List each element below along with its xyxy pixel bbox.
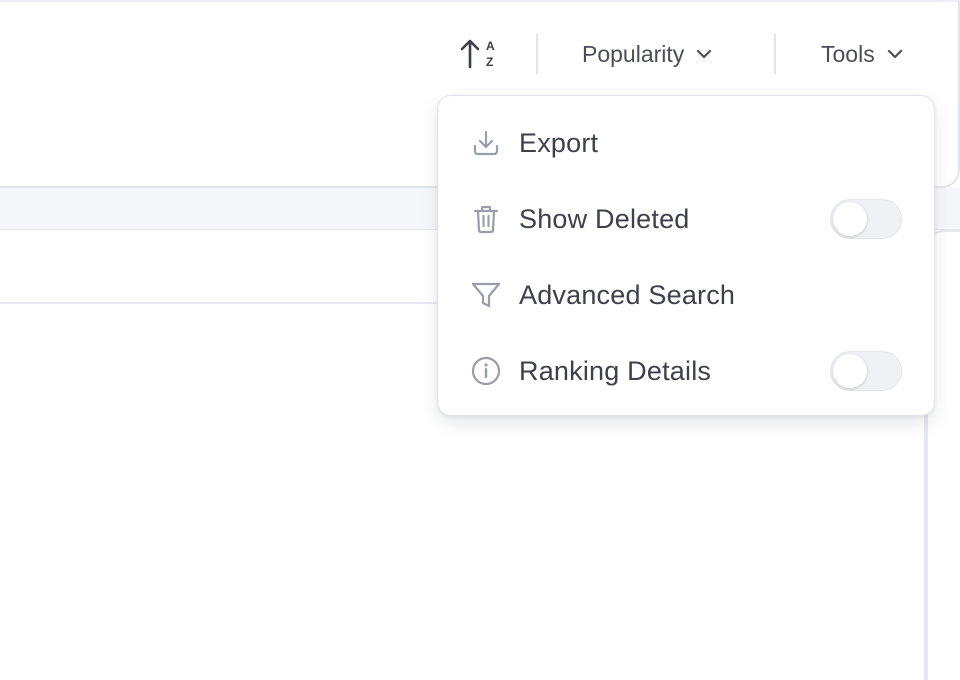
menu-item-ranking-details[interactable]: Ranking Details xyxy=(438,333,934,409)
ranking-details-toggle[interactable] xyxy=(830,351,902,391)
menu-item-export[interactable]: Export xyxy=(438,105,934,181)
popularity-label: Popularity xyxy=(582,40,685,67)
show-deleted-toggle[interactable] xyxy=(830,199,902,239)
sort-alpha-button[interactable]: A Z xyxy=(458,36,502,72)
toolbar-divider xyxy=(536,34,538,74)
popularity-sort-dropdown[interactable]: Popularity xyxy=(582,34,714,74)
sort-letter-bottom: Z xyxy=(486,55,493,69)
trash-icon xyxy=(468,201,504,237)
toggle-knob xyxy=(833,354,867,388)
menu-item-label: Advanced Search xyxy=(519,279,736,310)
toggle-knob xyxy=(833,202,867,236)
sort-letter-top: A xyxy=(486,39,495,53)
toolbar-divider xyxy=(774,34,776,74)
chevron-down-icon xyxy=(887,49,902,59)
app-stage: A Z Popularity Tools Export Show Deleted… xyxy=(0,0,960,680)
chevron-down-icon xyxy=(697,49,712,59)
filter-icon xyxy=(468,277,504,313)
tools-label: Tools xyxy=(821,40,875,67)
download-icon xyxy=(468,125,504,161)
tools-dropdown-button[interactable]: Tools xyxy=(821,34,905,74)
sort-alpha-ascending-icon: A Z xyxy=(460,39,495,69)
menu-item-label: Export xyxy=(519,127,599,158)
menu-item-label: Show Deleted xyxy=(519,203,690,234)
menu-item-label: Ranking Details xyxy=(519,355,712,386)
menu-item-advanced-search[interactable]: Advanced Search xyxy=(438,257,934,333)
menu-item-show-deleted[interactable]: Show Deleted xyxy=(438,181,934,257)
tools-menu: Export Show Deleted Advanced Search Rank… xyxy=(437,95,935,416)
info-icon xyxy=(468,353,504,389)
